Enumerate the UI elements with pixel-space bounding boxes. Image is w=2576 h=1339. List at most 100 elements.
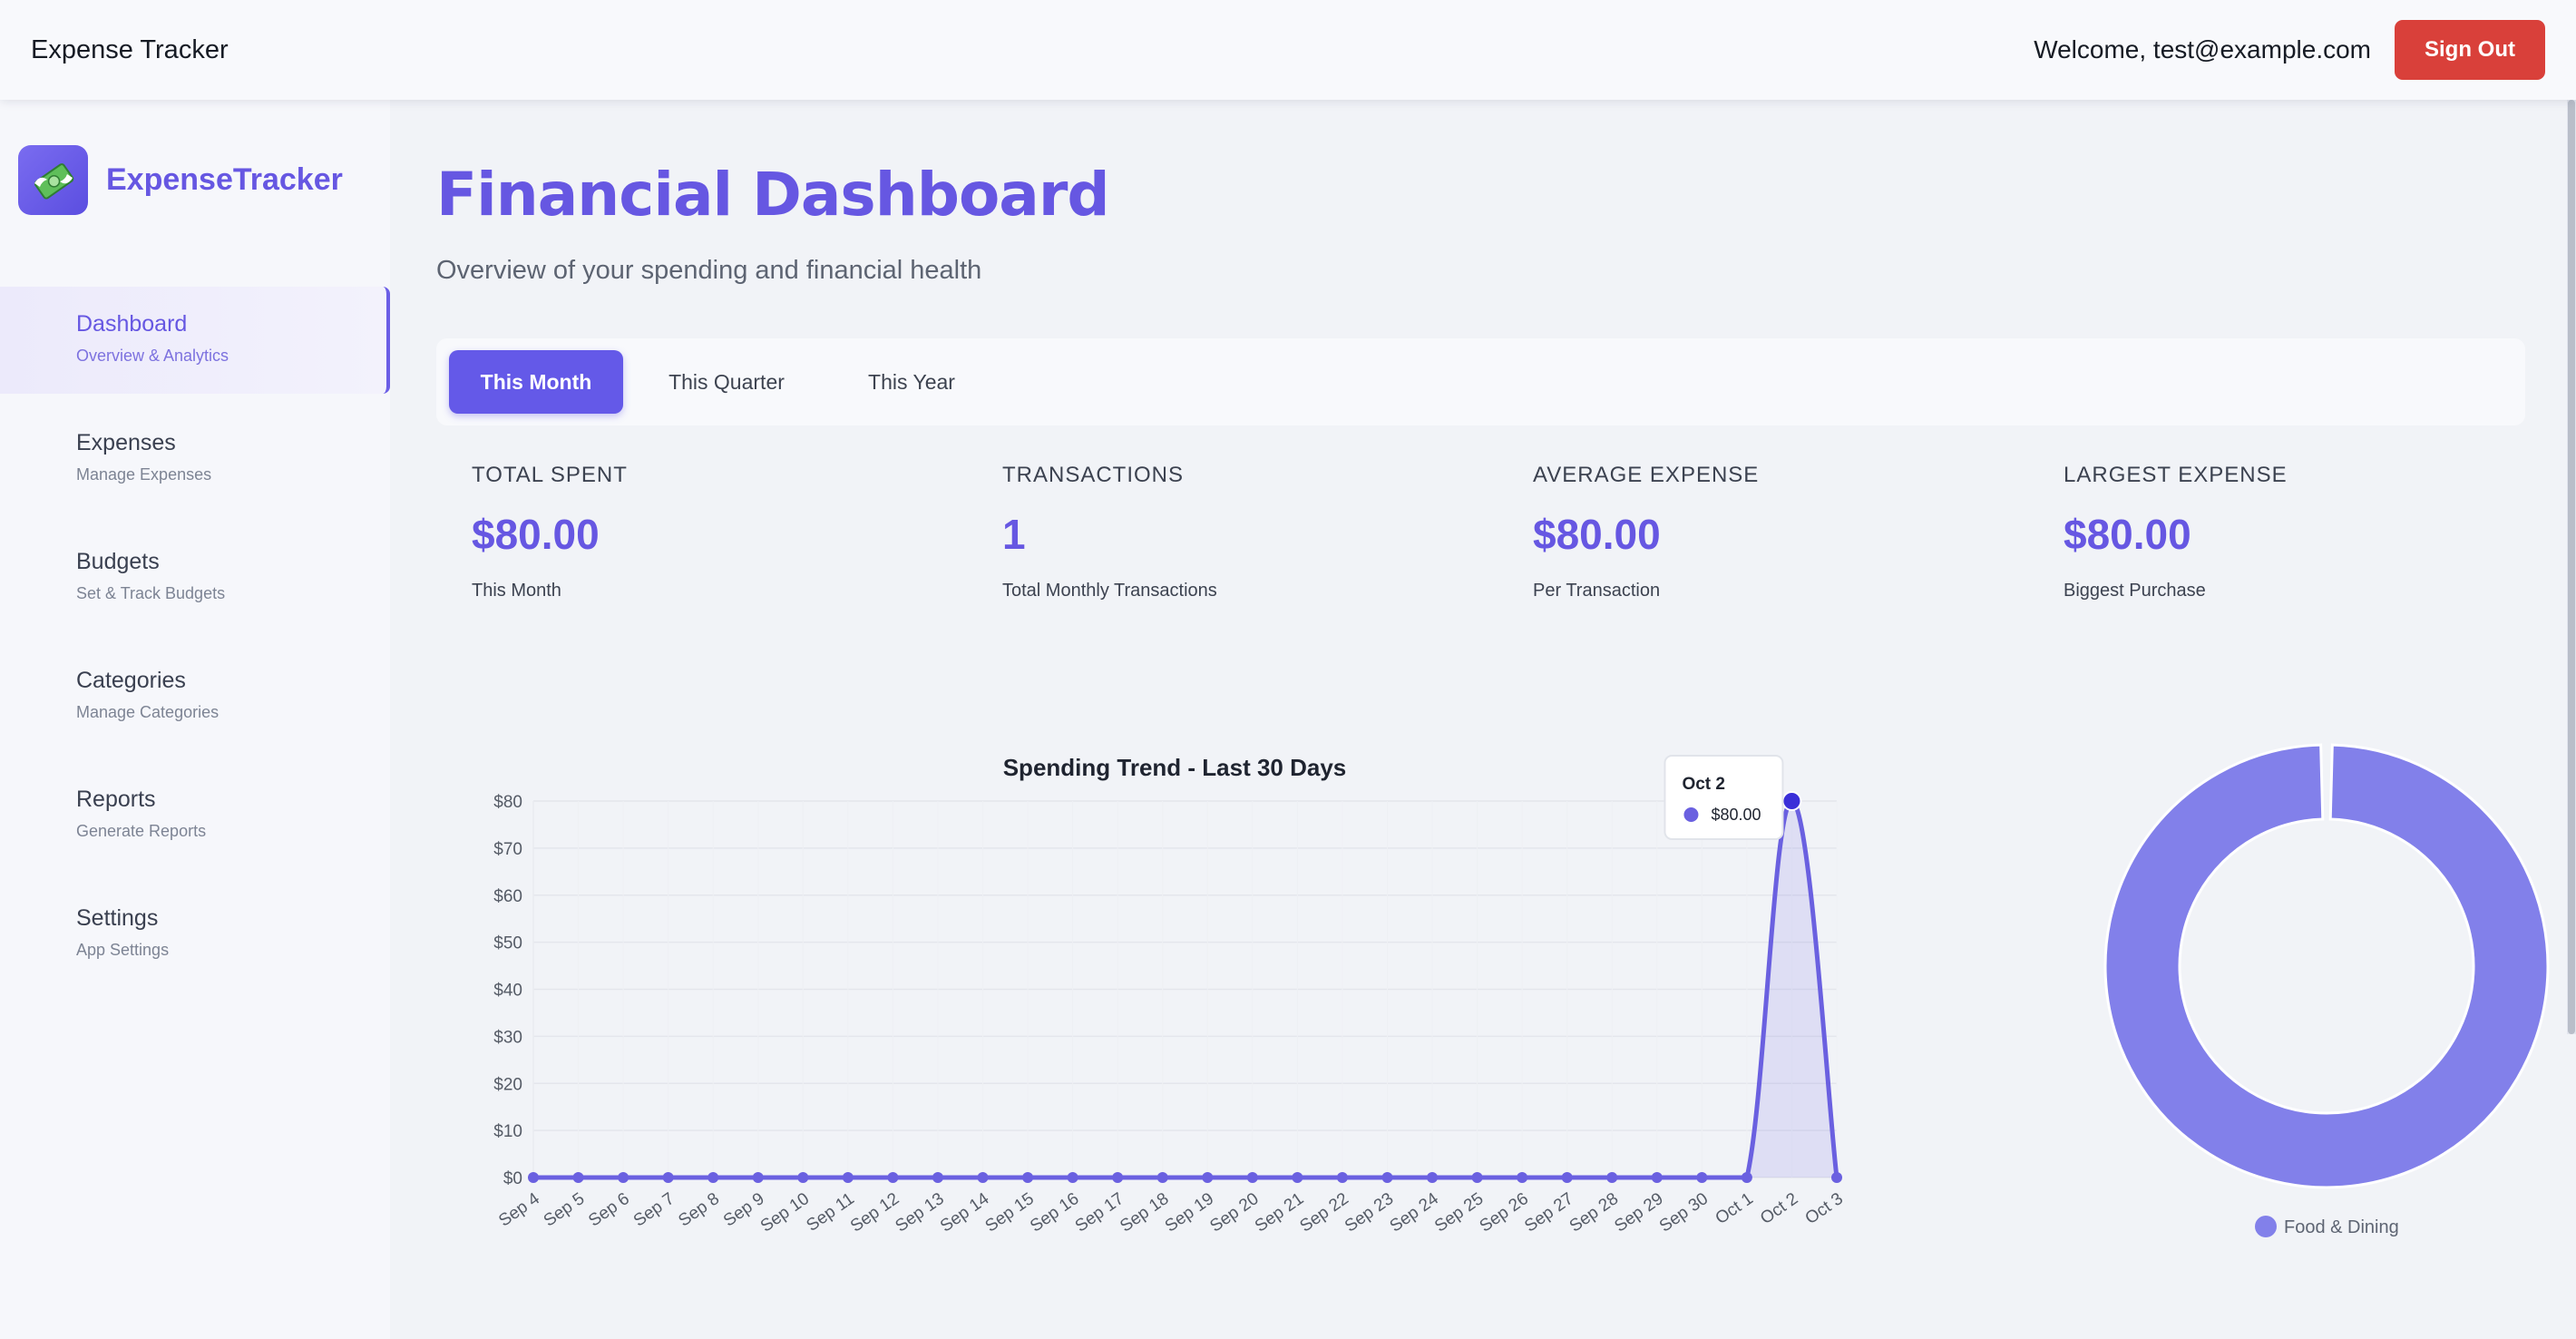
x-tick-label: Sep 18	[1117, 1189, 1172, 1236]
x-tick-label: Sep 21	[1252, 1189, 1307, 1236]
chart-title: Spending Trend - Last 30 Days	[1003, 754, 1347, 781]
data-point[interactable]	[1202, 1172, 1214, 1183]
x-tick-label: Sep 4	[495, 1189, 543, 1231]
x-tick-label: Sep 19	[1162, 1189, 1217, 1236]
tab-this-quarter[interactable]: This Quarter	[630, 350, 823, 414]
data-point[interactable]	[752, 1172, 764, 1183]
data-point[interactable]	[1781, 791, 1802, 811]
app-title: Expense Tracker	[31, 34, 229, 64]
y-tick-label: $50	[493, 934, 522, 953]
data-point[interactable]	[1427, 1172, 1439, 1183]
x-tick-label: Oct 2	[1757, 1189, 1801, 1228]
sidebar-item-categories[interactable]: Categories Manage Categories	[0, 643, 390, 750]
sidebar-item-label: Settings	[76, 905, 159, 931]
tab-this-year[interactable]: This Year	[830, 350, 993, 414]
stat-label: AVERAGE EXPENSE	[1533, 463, 1760, 487]
data-point[interactable]	[1022, 1172, 1034, 1183]
data-point[interactable]	[1696, 1172, 1708, 1183]
stat-total-spent: TOTAL SPENT $80.00 This Month	[472, 463, 980, 601]
x-tick-label: Sep 26	[1477, 1189, 1532, 1236]
x-tick-label: Sep 24	[1387, 1189, 1443, 1236]
y-tick-label: $10	[493, 1122, 522, 1141]
stat-caption: Per Transaction	[1533, 581, 1661, 601]
data-point[interactable]	[528, 1172, 539, 1183]
stat-value: $80.00	[2064, 511, 2191, 558]
data-point[interactable]	[1471, 1172, 1483, 1183]
tab-this-month[interactable]: This Month	[449, 350, 623, 414]
spending-trend-chart[interactable]: Spending Trend - Last 30 Days $0 $10 $20 $3…	[472, 744, 1869, 1252]
data-point[interactable]	[887, 1172, 899, 1183]
legend-label[interactable]: Food & Dining	[2284, 1217, 2399, 1237]
stat-caption: This Month	[472, 581, 561, 601]
data-point[interactable]	[1651, 1172, 1663, 1183]
data-point[interactable]	[707, 1172, 719, 1183]
tooltip-title: Oct 2	[1682, 775, 1725, 794]
data-point[interactable]	[1292, 1172, 1303, 1183]
stat-value: $80.00	[472, 511, 600, 558]
stat-transactions: TRANSACTIONS 1 Total Monthly Transaction…	[1002, 463, 1510, 601]
stat-caption: Total Monthly Transactions	[1002, 581, 1217, 601]
sidebar-item-label: Budgets	[76, 549, 160, 574]
sidebar-item-reports[interactable]: Reports Generate Reports	[0, 762, 390, 869]
stat-value: $80.00	[1533, 511, 1661, 558]
data-point[interactable]	[1112, 1172, 1124, 1183]
data-point[interactable]	[1831, 1172, 1842, 1183]
data-point[interactable]	[662, 1172, 674, 1183]
data-point[interactable]	[1156, 1172, 1168, 1183]
stats-row: TOTAL SPENT $80.00 This Month TRANSACTIO…	[472, 463, 2558, 635]
sidebar-nav: Dashboard Overview & Analytics Expenses …	[0, 287, 390, 1000]
data-point[interactable]	[1246, 1172, 1258, 1183]
x-tick-label: Sep 11	[804, 1189, 858, 1236]
sidebar-item-dashboard[interactable]: Dashboard Overview & Analytics	[0, 287, 390, 394]
x-tick-label: Sep 30	[1656, 1189, 1712, 1236]
x-tick-label: Sep 5	[541, 1189, 589, 1231]
y-tick-label: $20	[493, 1075, 522, 1094]
sidebar-item-budgets[interactable]: Budgets Set & Track Budgets	[0, 524, 390, 631]
y-tick-label: $40	[493, 982, 522, 1001]
data-point[interactable]	[572, 1172, 584, 1183]
data-point[interactable]	[1336, 1172, 1348, 1183]
data-point[interactable]	[1741, 1172, 1752, 1183]
stat-largest-expense: LARGEST EXPENSE $80.00 Biggest Purchase	[2064, 463, 2571, 601]
y-tick-label: $70	[493, 840, 522, 859]
x-tick-label: Sep 22	[1296, 1189, 1351, 1236]
data-point[interactable]	[977, 1172, 989, 1183]
data-point[interactable]	[932, 1172, 943, 1183]
sidebar-item-settings[interactable]: Settings App Settings	[0, 881, 390, 988]
data-point[interactable]	[618, 1172, 629, 1183]
x-tick-label: Sep 17	[1072, 1189, 1127, 1236]
category-donut-chart[interactable]: Food & Dining	[2086, 735, 2558, 1261]
brand[interactable]: ExpenseTracker	[18, 145, 343, 215]
x-axis-ticks: Sep 4Sep 5Sep 6Sep 7Sep 8Sep 9Sep 10Sep …	[495, 1189, 1847, 1236]
brand-name: ExpenseTracker	[106, 162, 343, 197]
page-subtitle: Overview of your spending and financial …	[436, 256, 982, 285]
chart-tooltip: Oct 2 $80.00	[1664, 755, 1784, 840]
y-axis-ticks: $0 $10 $20 $30 $40 $50 $60 $70 $80	[493, 793, 522, 1188]
sidebar-item-sublabel: Overview & Analytics	[76, 347, 229, 365]
data-point[interactable]	[1067, 1172, 1078, 1183]
x-tick-label: Sep 13	[892, 1189, 947, 1236]
sign-out-button[interactable]: Sign Out	[2395, 20, 2545, 80]
chart-legend: Food & Dining	[2255, 1216, 2399, 1237]
x-tick-label: Sep 20	[1206, 1189, 1262, 1236]
data-point[interactable]	[1381, 1172, 1393, 1183]
x-tick-label: Oct 3	[1802, 1189, 1847, 1228]
donut-slice[interactable]	[2103, 743, 2550, 1189]
stat-average-expense: AVERAGE EXPENSE $80.00 Per Transaction	[1533, 463, 2041, 601]
data-point[interactable]	[797, 1172, 809, 1183]
data-point[interactable]	[1606, 1172, 1618, 1183]
tooltip-value: $80.00	[1711, 806, 1761, 824]
stat-value: 1	[1002, 511, 1026, 558]
sidebar-item-sublabel: Manage Categories	[76, 703, 220, 721]
sidebar-item-sublabel: Manage Expenses	[76, 465, 212, 484]
x-tick-label: Sep 10	[757, 1189, 813, 1236]
data-point[interactable]	[1561, 1172, 1573, 1183]
data-point[interactable]	[1517, 1172, 1528, 1183]
sidebar-item-label: Dashboard	[76, 311, 188, 337]
data-point[interactable]	[842, 1172, 854, 1183]
sidebar-item-sublabel: Generate Reports	[76, 822, 207, 840]
period-selector: This Month This Quarter This Year	[436, 338, 2525, 425]
sidebar-item-sublabel: Set & Track Budgets	[76, 584, 226, 602]
sidebar-item-expenses[interactable]: Expenses Manage Expenses	[0, 406, 390, 513]
x-tick-label: Sep 15	[982, 1189, 1038, 1236]
